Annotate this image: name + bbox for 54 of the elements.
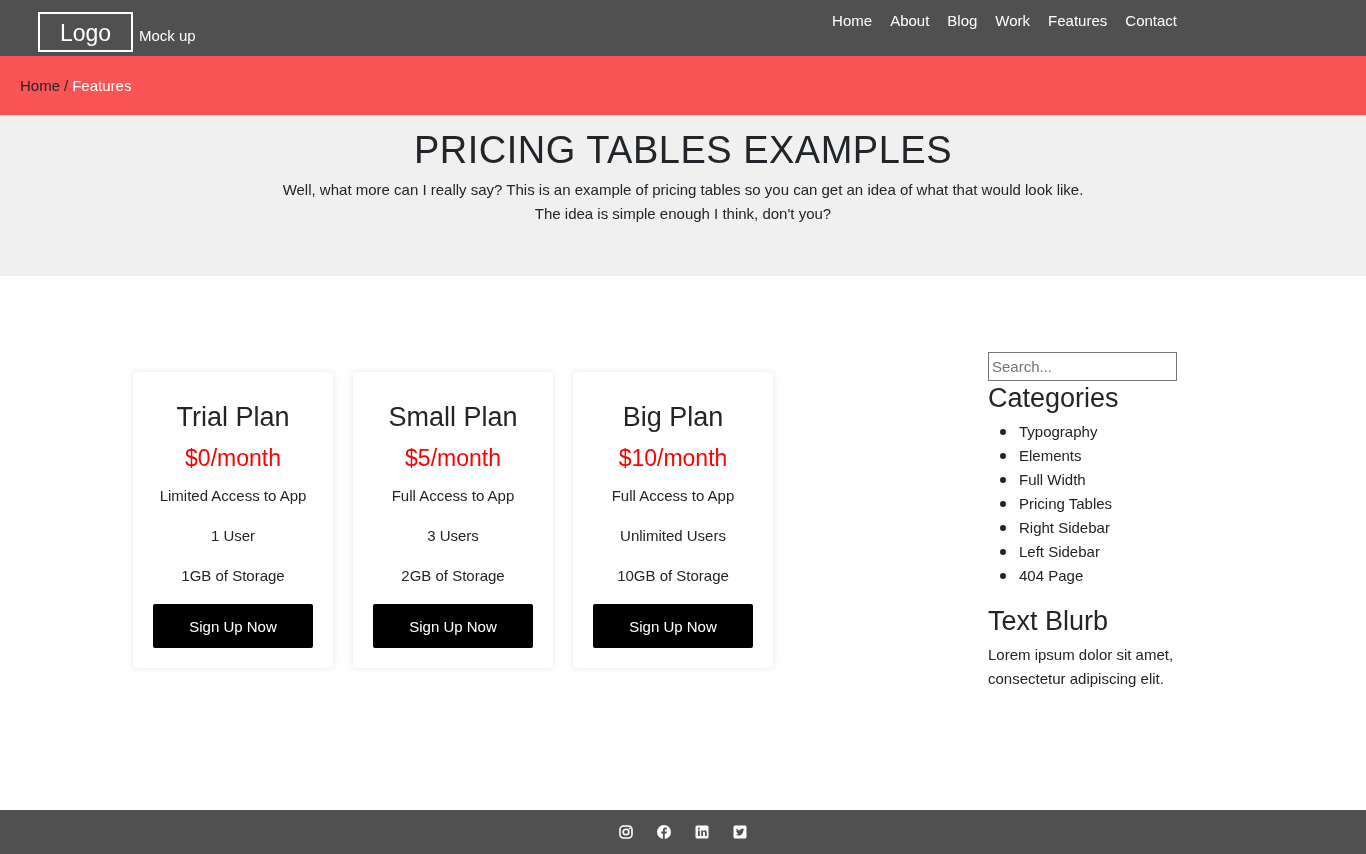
breadcrumb-item: Features [72, 77, 132, 94]
category-link[interactable]: Full Width [1019, 468, 1086, 492]
category-link[interactable]: Pricing Tables [1019, 492, 1113, 516]
plan-name: Big Plan [622, 402, 724, 433]
bullet-icon [1000, 525, 1006, 531]
bullet-icon [1000, 501, 1006, 507]
nav-link[interactable]: About [890, 12, 930, 29]
plan-price: $0/month [185, 445, 281, 472]
plan-feature: 3 Users [427, 526, 479, 546]
logo[interactable]: Logo [38, 12, 133, 52]
intro-text: The idea is simple enough I think, don't you? [533, 204, 833, 224]
plan-feature: Full Access to App [391, 486, 515, 506]
instagram-icon[interactable] [618, 824, 634, 840]
plan-feature: 10GB of Storage [617, 566, 729, 586]
bullet-icon [1000, 477, 1006, 483]
tagline: Mock up [139, 26, 196, 44]
page-title: PRICING TABLES EXAMPLES [412, 129, 953, 172]
nav-link[interactable]: Features [1048, 12, 1108, 29]
nav-link[interactable]: Work [995, 12, 1031, 29]
blurb-text: Lorem ipsum dolor sit amet, consectetur adipiscing elit. [988, 645, 1175, 689]
sign-up-button[interactable]: Sign Up Now [153, 604, 313, 648]
sidebar-heading: Text Blurb [988, 606, 1110, 637]
category-link[interactable]: Left Sidebar [1019, 540, 1100, 564]
plan-feature: Unlimited Users [620, 526, 726, 546]
plan-feature: 2GB of Storage [401, 566, 505, 586]
category-link[interactable]: 404 Page [1019, 564, 1084, 588]
bullet-icon [1000, 573, 1006, 579]
bullet-icon [1000, 453, 1006, 459]
sign-up-button[interactable]: Sign Up Now [593, 604, 753, 648]
sidebar-heading: Categories [988, 383, 1120, 414]
bullet-icon [1000, 549, 1006, 555]
plan-feature: Limited Access to App [159, 486, 307, 506]
nav-link[interactable]: Blog [947, 12, 978, 29]
facebook-icon[interactable] [656, 824, 672, 840]
twitter-icon[interactable] [732, 824, 748, 840]
plan-name: Small Plan [388, 402, 518, 433]
nav-link[interactable]: Home [832, 12, 873, 29]
search-field[interactable]: Search... [988, 352, 1177, 381]
plan-name: Trial Plan [176, 402, 290, 433]
plan-feature: Full Access to App [611, 486, 735, 506]
category-link[interactable]: Typography [1019, 420, 1098, 444]
linkedin-icon[interactable] [694, 824, 710, 840]
bullet-icon [1000, 429, 1006, 435]
nav-link[interactable]: Contact [1125, 12, 1177, 29]
intro-text: Well, what more can I really say? This is an example of pricing tables so you can get an idea of what that would look like. [281, 180, 1085, 200]
breadcrumb-item[interactable]: Home [20, 77, 60, 94]
sign-up-button[interactable]: Sign Up Now [373, 604, 533, 648]
breadcrumb-separator: / [64, 77, 69, 94]
category-link[interactable]: Elements [1019, 444, 1082, 468]
plan-price: $10/month [618, 445, 728, 472]
plan-feature: 1 User [210, 526, 256, 546]
category-link[interactable]: Right Sidebar [1019, 516, 1110, 540]
plan-price: $5/month [405, 445, 501, 472]
plan-feature: 1GB of Storage [181, 566, 285, 586]
